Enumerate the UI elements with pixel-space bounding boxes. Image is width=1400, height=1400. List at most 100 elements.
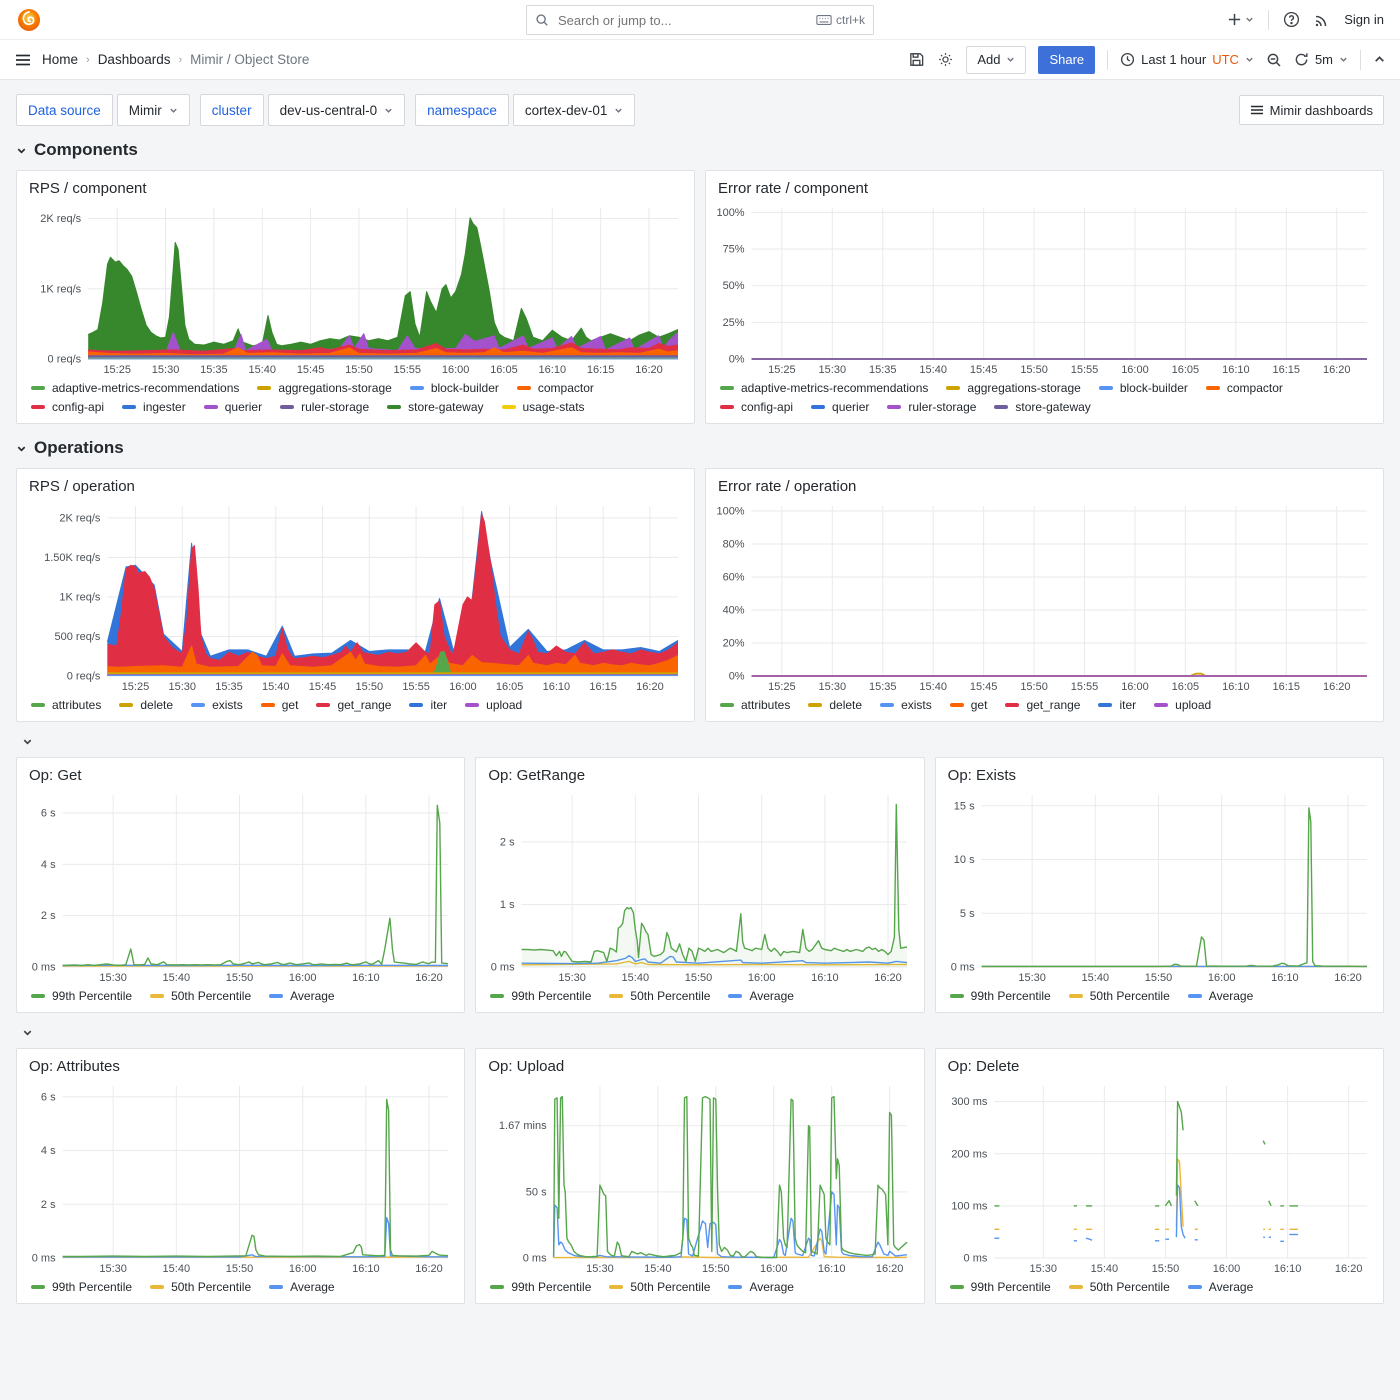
sign-in-link[interactable]: Sign in: [1344, 12, 1384, 27]
legend-item[interactable]: 50th Percentile: [150, 1280, 251, 1294]
legend-item[interactable]: upload: [1154, 698, 1211, 712]
legend-item[interactable]: upload: [465, 698, 522, 712]
section-components[interactable]: Components: [16, 140, 1384, 160]
legend-item[interactable]: block-builder: [410, 381, 499, 395]
breadcrumb-dashboards[interactable]: Dashboards: [98, 52, 171, 67]
search-input[interactable]: [556, 12, 809, 29]
grafana-logo[interactable]: [16, 7, 42, 33]
zoom-out-icon[interactable]: [1266, 52, 1282, 68]
chart-op-upload[interactable]: 0 ms50 s1.67 mins15:3015:4015:5016:0016:…: [482, 1078, 915, 1277]
legend-item[interactable]: get_range: [1005, 698, 1080, 712]
legend-item[interactable]: block-builder: [1099, 381, 1188, 395]
legend-item[interactable]: 99th Percentile: [950, 989, 1051, 1003]
legend-item[interactable]: 99th Percentile: [31, 989, 132, 1003]
legend-item[interactable]: querier: [811, 400, 869, 414]
legend-item[interactable]: delete: [119, 698, 173, 712]
legend-item[interactable]: iter: [409, 698, 447, 712]
legend-item[interactable]: delete: [808, 698, 862, 712]
chevron-up-icon[interactable]: [1373, 53, 1386, 66]
legend-item[interactable]: get_range: [316, 698, 391, 712]
time-range-picker[interactable]: Last 1 hour UTC: [1120, 52, 1254, 67]
namespace-value[interactable]: cortex-dev-01: [513, 94, 636, 126]
chart-op-get[interactable]: 0 ms2 s4 s6 s15:3015:4015:5016:0016:1016…: [23, 787, 456, 986]
chart-error-operation[interactable]: 0%20%40%60%80%100%15:2515:3015:3515:4015…: [712, 498, 1375, 695]
legend-item[interactable]: ruler-storage: [887, 400, 976, 414]
legend-item[interactable]: store-gateway: [994, 400, 1090, 414]
breadcrumb-home[interactable]: Home: [42, 52, 78, 67]
panel-title-op-exists[interactable]: Op: Exists: [936, 758, 1383, 785]
legend-item[interactable]: 50th Percentile: [609, 1280, 710, 1294]
legend-item[interactable]: 99th Percentile: [31, 1280, 132, 1294]
legend-item[interactable]: ruler-storage: [280, 400, 369, 414]
legend-item[interactable]: 99th Percentile: [490, 989, 591, 1003]
legend-item[interactable]: adaptive-metrics-recommendations: [720, 381, 928, 395]
legend-item[interactable]: store-gateway: [387, 400, 483, 414]
save-icon[interactable]: [908, 51, 925, 68]
help-button[interactable]: [1283, 11, 1300, 28]
datasource-value[interactable]: Mimir: [117, 94, 190, 126]
legend-item[interactable]: Average: [269, 1280, 334, 1294]
legend-item[interactable]: adaptive-metrics-recommendations: [31, 381, 239, 395]
global-search[interactable]: ctrl+k: [526, 5, 874, 35]
panel-title-rps-operation[interactable]: RPS / operation: [17, 469, 694, 496]
panel-title-error-component[interactable]: Error rate / component: [706, 171, 1383, 198]
legend-item[interactable]: iter: [1098, 698, 1136, 712]
legend-item[interactable]: querier: [204, 400, 262, 414]
legend-item[interactable]: usage-stats: [502, 400, 585, 414]
legend-item[interactable]: 50th Percentile: [609, 989, 710, 1003]
panel-title-op-upload[interactable]: Op: Upload: [476, 1049, 923, 1076]
share-button[interactable]: Share: [1038, 46, 1095, 74]
legend-item[interactable]: attributes: [31, 698, 101, 712]
legend-item[interactable]: exists: [880, 698, 932, 712]
legend-item[interactable]: get: [950, 698, 988, 712]
legend-item[interactable]: attributes: [720, 698, 790, 712]
legend-item[interactable]: compactor: [517, 381, 594, 395]
legend-item[interactable]: Average: [728, 1280, 793, 1294]
panel-title-op-attributes[interactable]: Op: Attributes: [17, 1049, 464, 1076]
chart-op-exists[interactable]: 0 ms5 s10 s15 s15:3015:4015:5016:0016:10…: [942, 787, 1375, 986]
panel-title-rps-component[interactable]: RPS / component: [17, 171, 694, 198]
row-toggle[interactable]: [16, 736, 1384, 747]
gear-icon[interactable]: [937, 51, 954, 68]
add-button[interactable]: Add: [966, 46, 1026, 74]
chart-rps-operation[interactable]: 0 req/s500 req/s1K req/s1.50K req/s2K re…: [23, 498, 686, 695]
legend-item[interactable]: config-api: [720, 400, 793, 414]
legend-item[interactable]: Average: [728, 989, 793, 1003]
legend-item[interactable]: 50th Percentile: [150, 989, 251, 1003]
legend-item[interactable]: ingester: [122, 400, 186, 414]
cluster-label[interactable]: cluster: [200, 94, 264, 126]
namespace-label[interactable]: namespace: [415, 94, 509, 126]
menu-icon[interactable]: [14, 51, 32, 69]
chart-error-component[interactable]: 0%25%50%75%100%15:2515:3015:3515:4015:45…: [712, 200, 1375, 378]
legend-item[interactable]: compactor: [1206, 381, 1283, 395]
panel-title-op-getrange[interactable]: Op: GetRange: [476, 758, 923, 785]
legend-item[interactable]: 50th Percentile: [1069, 989, 1170, 1003]
legend-item[interactable]: config-api: [31, 400, 104, 414]
panel-title-op-delete[interactable]: Op: Delete: [936, 1049, 1383, 1076]
legend-item[interactable]: exists: [191, 698, 243, 712]
legend-item[interactable]: 99th Percentile: [950, 1280, 1051, 1294]
panel-title-op-get[interactable]: Op: Get: [17, 758, 464, 785]
chart-rps-component[interactable]: 0 req/s1K req/s2K req/s15:2515:3015:3515…: [23, 200, 686, 378]
legend-item[interactable]: 99th Percentile: [490, 1280, 591, 1294]
datasource-label[interactable]: Data source: [16, 94, 113, 126]
legend-item[interactable]: Average: [1188, 989, 1253, 1003]
legend-item[interactable]: get: [261, 698, 299, 712]
mimir-dashboards-button[interactable]: Mimir dashboards: [1239, 95, 1384, 125]
legend-item[interactable]: aggregations-storage: [257, 381, 391, 395]
new-menu-button[interactable]: [1227, 12, 1254, 27]
refresh-picker[interactable]: 5m: [1294, 52, 1348, 67]
chart-op-getrange[interactable]: 0 ms1 s2 s15:3015:4015:5016:0016:1016:20: [482, 787, 915, 986]
chart-op-delete[interactable]: 0 ms100 ms200 ms300 ms15:3015:4015:5016:…: [942, 1078, 1375, 1277]
legend-item[interactable]: aggregations-storage: [946, 381, 1080, 395]
svg-text:500 req/s: 500 req/s: [55, 631, 101, 643]
panel-title-error-operation[interactable]: Error rate / operation: [706, 469, 1383, 496]
legend-item[interactable]: Average: [269, 989, 334, 1003]
legend-item[interactable]: 50th Percentile: [1069, 1280, 1170, 1294]
chart-op-attributes[interactable]: 0 ms2 s4 s6 s15:3015:4015:5016:0016:1016…: [23, 1078, 456, 1277]
section-operations[interactable]: Operations: [16, 438, 1384, 458]
cluster-value[interactable]: dev-us-central-0: [268, 94, 406, 126]
news-button[interactable]: [1314, 12, 1330, 28]
row-toggle[interactable]: [16, 1027, 1384, 1038]
legend-item[interactable]: Average: [1188, 1280, 1253, 1294]
